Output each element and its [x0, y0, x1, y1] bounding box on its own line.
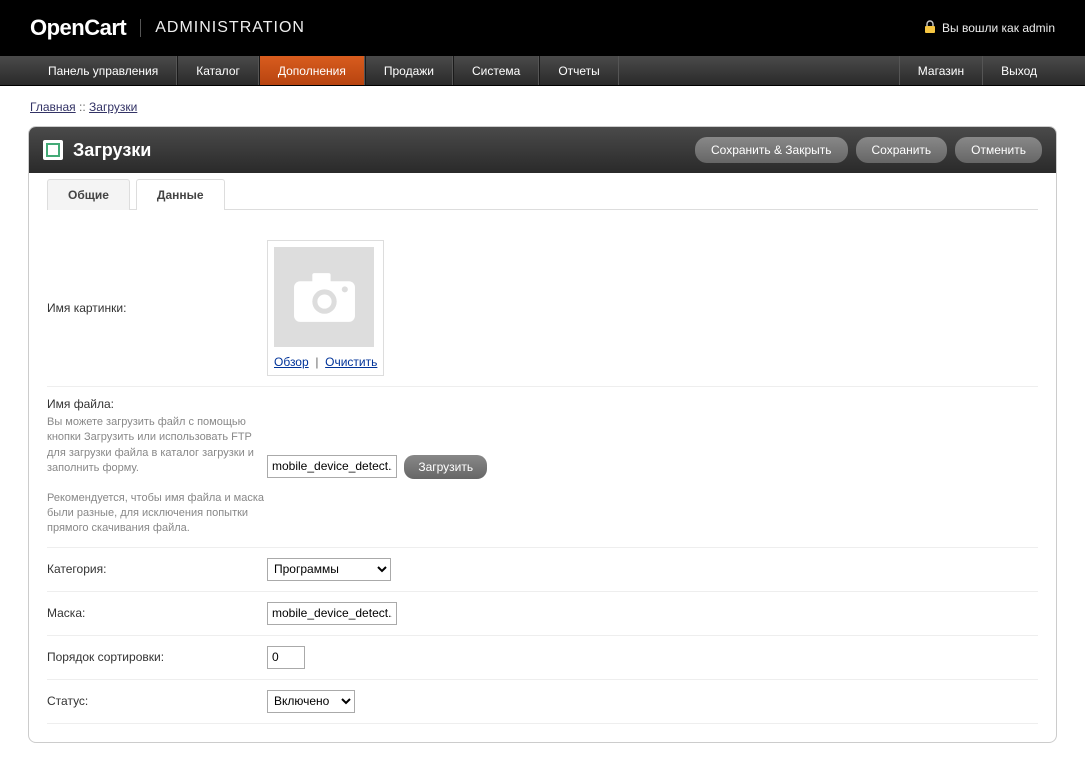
image-preview-box: Обзор | Очистить — [267, 240, 384, 376]
form-table: Имя картинки: — [47, 230, 1038, 724]
file-label-cell: Имя файла: Вы можете загрузить файл с по… — [47, 387, 267, 548]
tab-data[interactable]: Данные — [136, 179, 225, 210]
row-category: Категория: Программы — [47, 547, 1038, 591]
file-cell: Загрузить — [267, 387, 1038, 548]
breadcrumb-current[interactable]: Загрузки — [89, 100, 137, 114]
file-help1: Вы можете загрузить файл с помощью кнопк… — [47, 415, 267, 477]
nav-item-system[interactable]: Система — [453, 56, 539, 85]
breadcrumb-home[interactable]: Главная — [30, 100, 76, 114]
image-clear-link[interactable]: Очистить — [325, 355, 377, 369]
lock-icon — [924, 20, 936, 37]
camera-icon — [292, 270, 357, 325]
box-title: Загрузки — [73, 140, 151, 161]
login-info: Вы вошли как admin — [924, 20, 1055, 37]
image-cell: Обзор | Очистить — [267, 230, 1038, 387]
nav-item-logout[interactable]: Выход — [982, 56, 1055, 85]
status-cell: Включено — [267, 679, 1038, 723]
file-label: Имя файла: — [47, 397, 267, 411]
admin-label: ADMINISTRATION — [140, 19, 305, 37]
image-browse-link[interactable]: Обзор — [274, 355, 309, 369]
mask-cell — [267, 591, 1038, 635]
nav-bar: Панель управления Каталог Дополнения Про… — [0, 56, 1085, 86]
nav-item-extensions[interactable]: Дополнения — [259, 56, 365, 85]
status-select[interactable]: Включено — [267, 690, 355, 713]
mask-input[interactable] — [267, 602, 397, 625]
file-input[interactable] — [267, 455, 397, 478]
category-label: Категория: — [47, 547, 267, 591]
downloads-icon — [43, 140, 63, 160]
header: OpenCart ADMINISTRATION Вы вошли как adm… — [0, 0, 1085, 56]
save-button[interactable]: Сохранить — [856, 137, 948, 163]
file-help2: Рекомендуется, чтобы имя файла и маска б… — [47, 491, 267, 537]
row-file: Имя файла: Вы можете загрузить файл с по… — [47, 387, 1038, 548]
tab-general[interactable]: Общие — [47, 179, 130, 210]
box-header: Загрузки Сохранить & Закрыть Сохранить О… — [29, 127, 1056, 173]
box-body: Общие Данные Имя картинки: — [29, 173, 1056, 742]
nav-item-reports[interactable]: Отчеты — [539, 56, 618, 85]
row-mask: Маска: — [47, 591, 1038, 635]
nav-right: Магазин Выход — [899, 56, 1055, 85]
nav-item-sales[interactable]: Продажи — [365, 56, 453, 85]
tabs: Общие Данные — [47, 178, 1038, 210]
box-title-area: Загрузки — [43, 140, 151, 161]
row-sort: Порядок сортировки: — [47, 635, 1038, 679]
upload-button[interactable]: Загрузить — [404, 455, 487, 479]
breadcrumb: Главная :: Загрузки — [0, 86, 1085, 118]
sort-cell — [267, 635, 1038, 679]
image-actions: Обзор | Очистить — [274, 355, 377, 369]
row-image: Имя картинки: — [47, 230, 1038, 387]
category-select[interactable]: Программы — [267, 558, 391, 581]
row-status: Статус: Включено — [47, 679, 1038, 723]
logo-area: OpenCart ADMINISTRATION — [30, 15, 305, 41]
nav-left: Панель управления Каталог Дополнения Про… — [30, 56, 619, 85]
cancel-button[interactable]: Отменить — [955, 137, 1042, 163]
save-close-button[interactable]: Сохранить & Закрыть — [695, 137, 848, 163]
breadcrumb-sep: :: — [76, 100, 89, 114]
content: Загрузки Сохранить & Закрыть Сохранить О… — [0, 118, 1085, 763]
mask-label: Маска: — [47, 591, 267, 635]
image-placeholder — [274, 247, 374, 347]
login-text: Вы вошли как admin — [942, 21, 1055, 35]
brand-logo: OpenCart — [30, 15, 126, 41]
category-cell: Программы — [267, 547, 1038, 591]
nav-item-dashboard[interactable]: Панель управления — [30, 56, 177, 85]
box-actions: Сохранить & Закрыть Сохранить Отменить — [695, 137, 1042, 163]
nav-item-catalog[interactable]: Каталог — [177, 56, 259, 85]
status-label: Статус: — [47, 679, 267, 723]
box: Загрузки Сохранить & Закрыть Сохранить О… — [28, 126, 1057, 743]
image-label: Имя картинки: — [47, 230, 267, 387]
nav-item-store[interactable]: Магазин — [899, 56, 982, 85]
sort-input[interactable] — [267, 646, 305, 669]
sort-label: Порядок сортировки: — [47, 635, 267, 679]
